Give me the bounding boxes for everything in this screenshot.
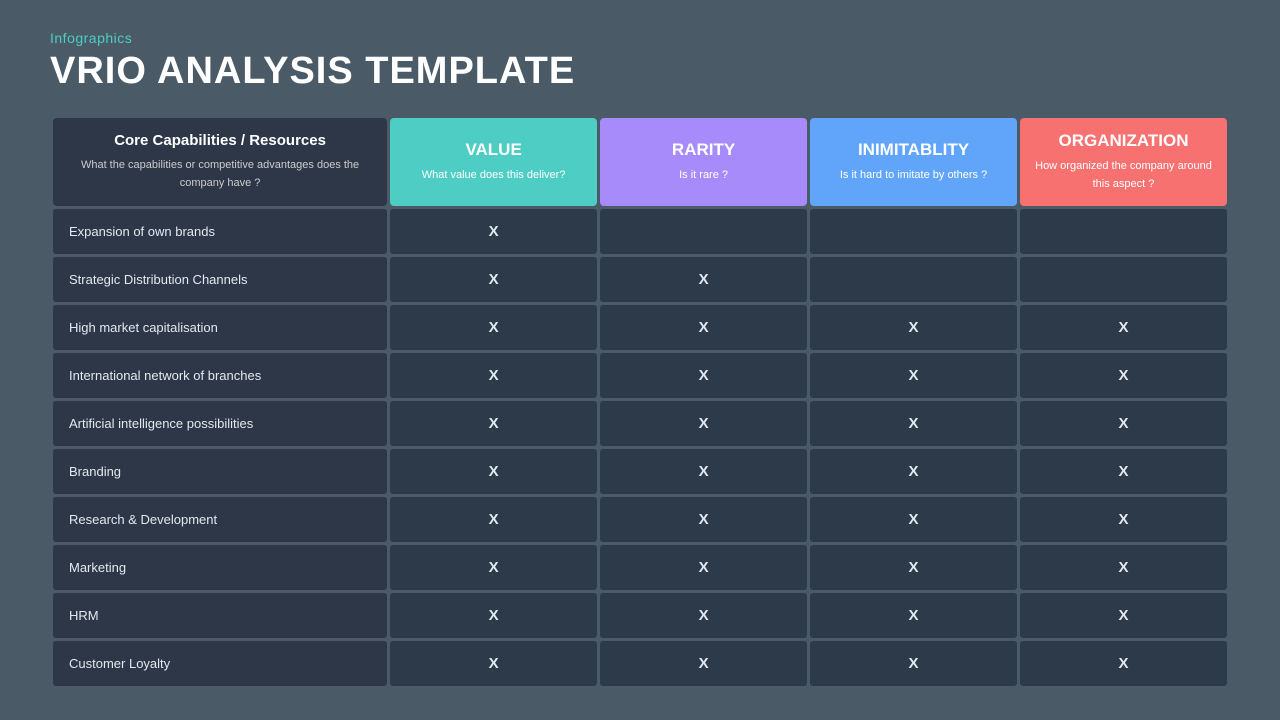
row-organization: X [1020, 449, 1227, 494]
row-rarity [600, 209, 807, 254]
row-inimitability: X [810, 593, 1017, 638]
table-row: BrandingXXXX [53, 449, 1227, 494]
row-label: Artificial intelligence possibilities [53, 401, 387, 446]
row-inimitability: X [810, 449, 1017, 494]
row-value: X [390, 257, 597, 302]
row-label: Marketing [53, 545, 387, 590]
row-organization: X [1020, 641, 1227, 686]
row-organization: X [1020, 545, 1227, 590]
row-inimitability [810, 209, 1017, 254]
row-label: International network of branches [53, 353, 387, 398]
value-title: VALUE [400, 140, 587, 160]
row-rarity: X [600, 497, 807, 542]
row-value: X [390, 401, 597, 446]
row-label: Research & Development [53, 497, 387, 542]
inimitability-title: INIMITABLITY [820, 140, 1007, 160]
row-rarity: X [600, 545, 807, 590]
row-value: X [390, 641, 597, 686]
row-label: Strategic Distribution Channels [53, 257, 387, 302]
capabilities-main: Core Capabilities / Resources [69, 132, 371, 149]
row-value: X [390, 497, 597, 542]
table-row: Strategic Distribution ChannelsXX [53, 257, 1227, 302]
value-sub: What value does this deliver? [422, 169, 566, 181]
header-organization: ORGANIZATION How organized the company a… [1020, 118, 1227, 206]
row-inimitability: X [810, 401, 1017, 446]
row-rarity: X [600, 449, 807, 494]
header-value: VALUE What value does this deliver? [390, 118, 597, 206]
row-rarity: X [600, 257, 807, 302]
row-label: High market capitalisation [53, 305, 387, 350]
row-label: Branding [53, 449, 387, 494]
row-organization: X [1020, 401, 1227, 446]
header-capabilities: Core Capabilities / Resources What the c… [53, 118, 387, 206]
page-container: Infographics VRIO ANALYSIS TEMPLATE Core… [0, 0, 1280, 720]
row-rarity: X [600, 353, 807, 398]
table-row: Research & DevelopmentXXXX [53, 497, 1227, 542]
table-row: HRMXXXX [53, 593, 1227, 638]
row-organization [1020, 257, 1227, 302]
row-organization: X [1020, 305, 1227, 350]
row-value: X [390, 305, 597, 350]
table-row: High market capitalisationXXXX [53, 305, 1227, 350]
row-label: Customer Loyalty [53, 641, 387, 686]
row-value: X [390, 449, 597, 494]
row-organization: X [1020, 497, 1227, 542]
row-rarity: X [600, 641, 807, 686]
row-organization: X [1020, 353, 1227, 398]
header-inimitability: INIMITABLITY Is it hard to imitate by ot… [810, 118, 1017, 206]
page-title: VRIO ANALYSIS TEMPLATE [50, 50, 1230, 93]
table-row: International network of branchesXXXX [53, 353, 1227, 398]
table-row: Artificial intelligence possibilitiesXXX… [53, 401, 1227, 446]
row-organization [1020, 209, 1227, 254]
row-value: X [390, 545, 597, 590]
vrio-table: Core Capabilities / Resources What the c… [50, 115, 1230, 689]
row-rarity: X [600, 593, 807, 638]
rarity-title: RARITY [610, 140, 797, 160]
row-label: HRM [53, 593, 387, 638]
row-inimitability [810, 257, 1017, 302]
row-inimitability: X [810, 353, 1017, 398]
header-row: Core Capabilities / Resources What the c… [53, 118, 1227, 206]
row-inimitability: X [810, 641, 1017, 686]
infographics-label: Infographics [50, 30, 1230, 46]
row-inimitability: X [810, 305, 1017, 350]
organization-title: ORGANIZATION [1030, 131, 1217, 151]
row-organization: X [1020, 593, 1227, 638]
row-inimitability: X [810, 545, 1017, 590]
table-row: Customer LoyaltyXXXX [53, 641, 1227, 686]
rarity-sub: Is it rare ? [679, 169, 728, 181]
row-value: X [390, 209, 597, 254]
capabilities-sub: What the capabilities or competitive adv… [81, 159, 359, 189]
row-rarity: X [600, 305, 807, 350]
table-row: Expansion of own brandsX [53, 209, 1227, 254]
row-inimitability: X [810, 497, 1017, 542]
inimitability-sub: Is it hard to imitate by others ? [840, 169, 987, 181]
row-value: X [390, 593, 597, 638]
header-rarity: RARITY Is it rare ? [600, 118, 807, 206]
row-label: Expansion of own brands [53, 209, 387, 254]
row-rarity: X [600, 401, 807, 446]
table-row: MarketingXXXX [53, 545, 1227, 590]
organization-sub: How organized the company around this as… [1035, 160, 1212, 190]
row-value: X [390, 353, 597, 398]
